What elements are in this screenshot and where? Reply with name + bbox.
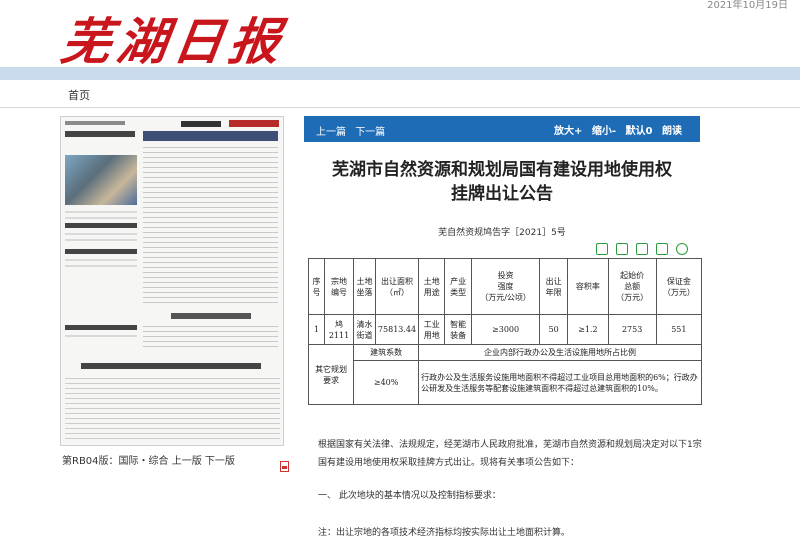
pdf-icon[interactable] xyxy=(280,461,289,472)
header-band xyxy=(0,67,800,80)
next-page-link[interactable]: 下一版 xyxy=(205,456,235,467)
article-note: 注：出让宗地的各项技术经济指标均按实际出让土地面积计算。 xyxy=(318,528,571,538)
header: 芜湖日报 2021年10月19日 xyxy=(0,0,800,73)
nav-bar: 首页 xyxy=(0,80,800,108)
page-caption: 第RB04版：国际・综合 上一版 下一版 xyxy=(62,452,235,467)
next-article-link[interactable]: 下一篇 xyxy=(355,127,385,138)
land-info-table: 序号 宗地 编号 土地坐落 出让面积 （㎡） 土地 用途 产业 类型 投资 强度 （万元/公… xyxy=(307,258,703,405)
document-number: 芜自然资规鸠告字［2021］5号 xyxy=(438,228,566,238)
other-requirements-header: 其它规划 要求 建筑系数 企业内部行政办公及生活设施用地所占比例 xyxy=(307,344,702,405)
page-title: 第RB04版：国际・综合 xyxy=(62,456,169,467)
article-paragraph: 根据国家有关法律、法规规定，经芜湖市人民政府批准，芜湖市自然资源和规划局决定对以… xyxy=(318,440,702,468)
other-requirements-row: ≥40% 行政办公及生活服务设施用地面积不得超过工业项目总用地面积的6%；行政办… xyxy=(309,360,702,405)
section-heading: 一、 此次地块的基本情况以及控制指标要求： xyxy=(318,491,501,501)
issue-date: 2021年10月19日 xyxy=(707,0,788,11)
prev-article-link[interactable]: 上一篇 xyxy=(316,127,346,138)
read-aloud-button[interactable]: 朗读 xyxy=(662,126,682,137)
nav-home-link[interactable]: 首页 xyxy=(68,87,90,103)
prev-page-link[interactable]: 上一版 xyxy=(172,456,202,467)
article-title: 芜湖市自然资源和规划局国有建设用地使用权 挂牌出让公告 xyxy=(332,160,672,204)
expand-icon[interactable] xyxy=(636,243,648,255)
article-toolbar: 上一篇 下一篇 放大+ 缩小- 默认0 朗读 xyxy=(304,116,700,142)
table-header-row: 序号 宗地 编号 土地坐落 出让面积 （㎡） 土地 用途 产业 类型 投资 强度 （万元/公… xyxy=(308,258,703,315)
qrcode-icon[interactable] xyxy=(616,243,628,255)
settings-icon[interactable] xyxy=(676,243,688,255)
zoom-out-button[interactable]: 缩小- xyxy=(592,126,616,137)
zoom-in-button[interactable]: 放大+ xyxy=(554,126,582,137)
table-row: 1 鸠 2111 清水街道 75813.44 工业 用地 智能 装备 ≥3000 5… xyxy=(308,314,703,345)
save-icon[interactable] xyxy=(596,243,608,255)
newspaper-page-thumbnail[interactable] xyxy=(60,116,284,446)
default-size-button[interactable]: 默认0 xyxy=(626,126,653,137)
newspaper-logo[interactable]: 芜湖日报 xyxy=(57,2,291,74)
share-icons xyxy=(594,243,694,259)
share-icon[interactable] xyxy=(656,243,668,255)
article-panel: 上一篇 下一篇 放大+ 缩小- 默认0 朗读 芜湖市自然资源和规划局国有建设用地… xyxy=(304,116,703,546)
